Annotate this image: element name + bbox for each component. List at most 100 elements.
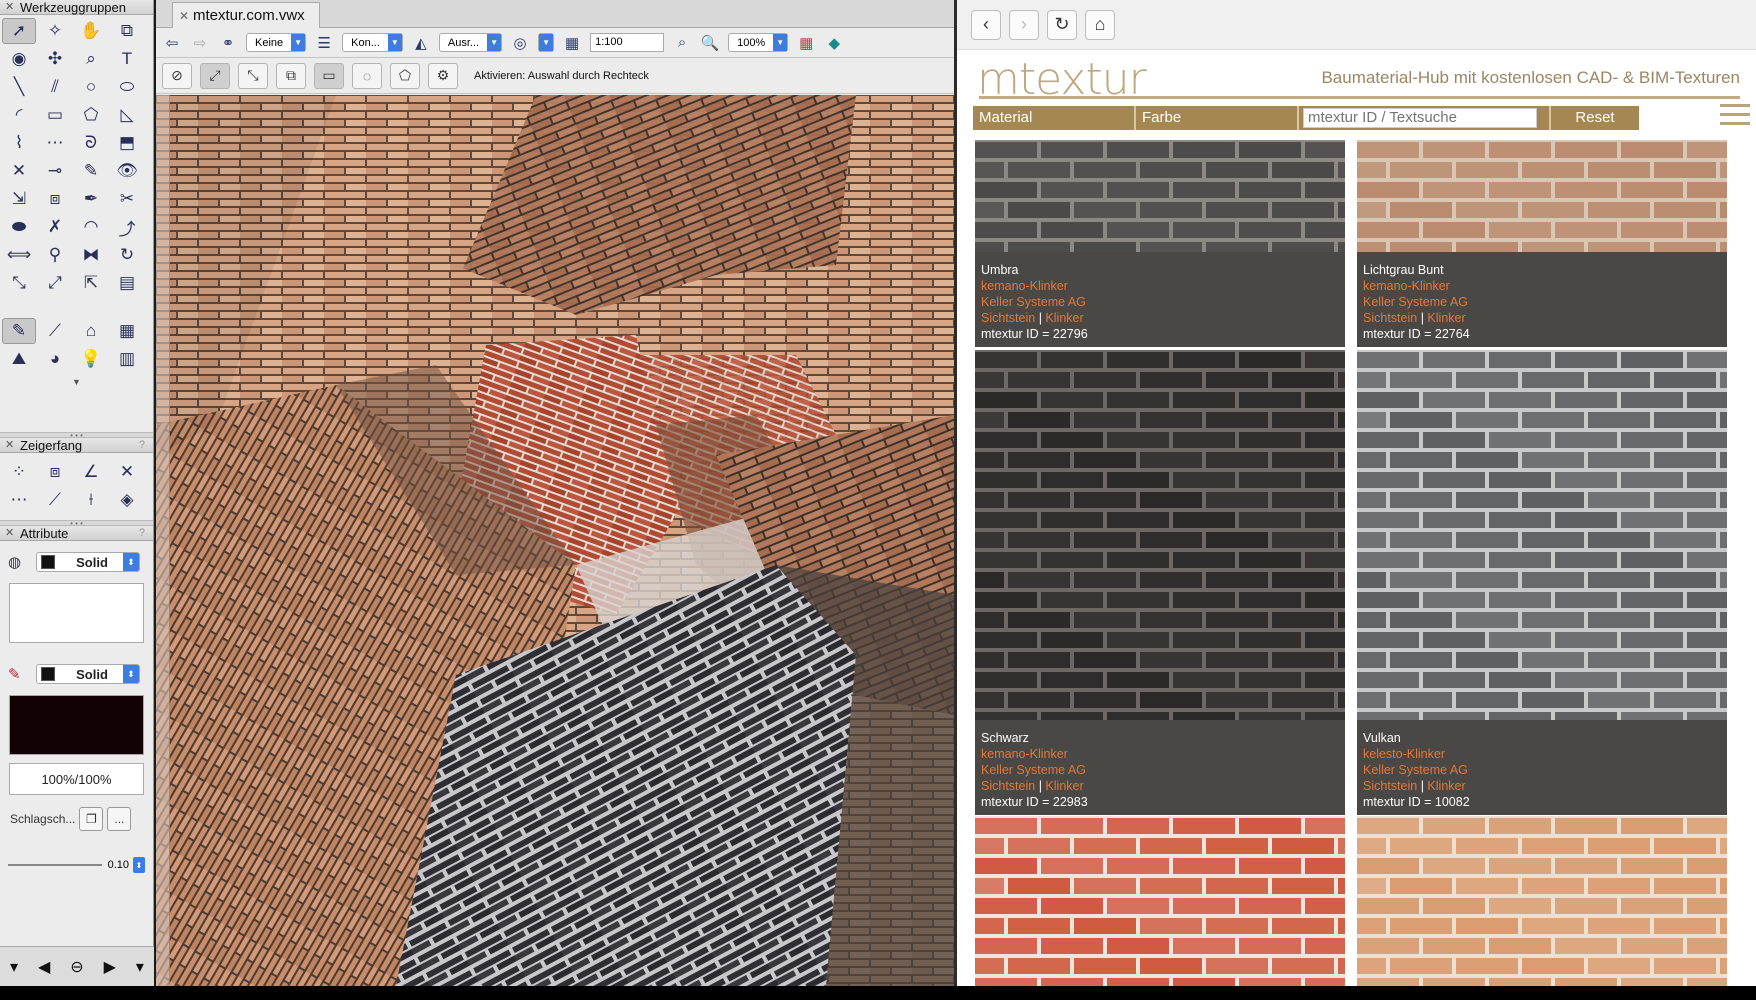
circle-tool-icon[interactable]: ○ [74,74,108,100]
interactive-scaling-mode-icon[interactable]: ⤢ [200,62,230,89]
zoom-window-tool-icon[interactable]: ⧉ [110,18,144,44]
back-view-icon[interactable]: ⇦ [162,34,182,52]
tool-preferences-icon[interactable]: ⚙ [428,62,458,89]
reset-button[interactable]: Reset [1551,106,1639,130]
shadow-settings-button[interactable]: ... [107,807,132,831]
building-shell-toolset-icon[interactable]: ⌂ [74,318,108,344]
arrow-right-icon[interactable]: ▶ [104,957,116,977]
render-dropdown[interactable]: ▼ [538,33,555,52]
texture-card[interactable] [1324,816,1756,986]
reshape-tool-icon[interactable]: ⋯ [38,130,72,156]
expand-toolset-icon[interactable]: ▼ [0,377,153,387]
help-icon[interactable]: ? [139,526,145,541]
offset-tool-icon[interactable]: ⤴ [110,214,144,240]
move-tool-icon[interactable]: ⇲ [2,186,36,212]
reload-icon[interactable]: ↻ [1047,9,1077,40]
paint-tool-icon[interactable]: ⚲ [38,242,72,268]
clip-tool-icon[interactable]: ▤ [110,270,144,296]
subcategory-link[interactable]: Klinker [1427,311,1465,325]
trim-tool-icon[interactable]: ✕ [2,158,36,184]
close-icon[interactable]: ✕ [5,526,14,541]
furnishings-toolset-icon[interactable]: ▦ [110,318,144,344]
dims-toolset-icon[interactable]: ⟋ [38,318,72,344]
join-tool-icon[interactable]: ⤢ [38,270,72,296]
product-link[interactable]: kemano-Klinker [981,278,1339,294]
eraser-tool-icon[interactable]: ⬬ [2,214,36,240]
spiral-tool-icon[interactable]: ᘐ [74,130,108,156]
scale-field[interactable]: 1:100 [590,33,665,52]
scissors-tool-icon[interactable]: ✂ [110,186,144,212]
texture-card[interactable]: Schwarz kemano-Klinker Keller Systeme AG… [942,350,1400,815]
company-link[interactable]: Keller Systeme AG [1363,294,1721,310]
dimension-tool-icon[interactable]: ⟺ [2,242,36,268]
stretch-tool-icon[interactable]: ⇱ [74,270,108,296]
site-planning-toolset-icon[interactable]: ⛰ [2,346,36,372]
polyline-tool-icon[interactable]: ⌇ [2,130,36,156]
split-tool-icon[interactable]: ⊸ [38,158,72,184]
text-tool-icon[interactable]: T [110,46,144,72]
close-icon[interactable]: ✕ [5,438,14,453]
selection-tool-icon[interactable]: ➚ [2,18,36,44]
freehand-tool-icon[interactable]: ◺ [110,102,144,128]
snap-surface-icon[interactable]: ◈ [110,487,144,513]
shadow-toggle-button[interactable]: ❐ [79,807,104,831]
eyedropper-tool-icon[interactable]: ⬒ [110,130,144,156]
zoom-tool-icon[interactable]: ⌕ [74,46,108,72]
snap-working-plane-icon[interactable]: ⟊ [74,487,108,513]
render-viewport[interactable] [156,95,954,986]
snap-angle-icon[interactable]: ∠ [74,459,108,485]
attribute-mapping-tool-icon[interactable]: ✎ [74,158,108,184]
texture-card[interactable]: Vulkan kelesto-Klinker Keller Systeme AG… [1324,350,1756,815]
snap-tangent-icon[interactable]: ⟋ [38,487,72,513]
line-weight-slider[interactable] [8,864,102,866]
scale-tool-icon[interactable]: ⧈ [38,186,72,212]
search-input[interactable] [1303,107,1537,128]
texture-card[interactable]: Umbra kemano-Klinker Keller Systeme AG S… [942,140,1400,347]
texture-card[interactable]: Lichtgrau Bunt kemano-Klinker Keller Sys… [1324,140,1756,347]
company-link[interactable]: Keller Systeme AG [1363,762,1721,778]
layer-dropdown[interactable]: Kon... ▼ [342,33,403,52]
company-link[interactable]: Keller Systeme AG [981,294,1339,310]
snap-object-icon[interactable]: ⧈ [38,459,72,485]
fill-style-dropdown[interactable]: Solid ⬍ [36,552,140,572]
pen-style-dropdown[interactable]: Solid ⬍ [36,664,140,684]
texture-card[interactable] [942,816,1400,986]
connect-tool-icon[interactable]: ⤡ [2,270,36,296]
product-link[interactable]: kemano-Klinker [1363,278,1721,294]
zoom-dropdown[interactable]: 100% ▼ [728,33,789,52]
opacity-button[interactable]: 100%/100% [9,763,144,795]
double-line-tool-icon[interactable]: ⫽ [38,74,72,100]
snap-grid-icon[interactable]: ⁘ [2,459,36,485]
transform-mode-icon[interactable]: ⧉ [276,62,306,89]
material-menu[interactable]: Material [973,106,1136,130]
magic-wand-tool-icon[interactable]: ✧ [38,18,72,44]
pen-tool-icon[interactable]: ✒ [74,186,108,212]
grid-icon[interactable]: ▦ [796,34,816,52]
line-end-dropdown-icon[interactable]: ▾ [136,957,144,977]
rectangle-tool-icon[interactable]: ▭ [38,102,72,128]
home-icon[interactable]: ⌂ [1085,9,1115,40]
category-link[interactable]: Sichtstein [981,779,1035,793]
line-tool-icon[interactable]: ╲ [2,74,36,100]
scale-icon[interactable]: ▦ [562,34,582,52]
disable-mode-icon[interactable]: ⊘ [162,62,192,89]
pan-hand-tool-icon[interactable]: ✋ [74,18,108,44]
visualization-toolset-icon[interactable]: ◕ [38,346,72,372]
rotate-tool-icon[interactable]: ↻ [110,242,144,268]
mirror-tool-icon[interactable]: ⧓ [74,242,108,268]
category-link[interactable]: Sichtstein [1363,311,1417,325]
render-icon[interactable]: ◆ [824,34,844,52]
flyover-tool-icon[interactable]: ◉ [2,46,36,72]
arrow-left-icon[interactable]: ◀ [38,957,50,977]
detailing-toolset-icon[interactable]: ▥ [110,346,144,372]
close-icon[interactable]: ✕ [5,0,14,15]
lighting-toolset-icon[interactable]: 💡 [74,346,108,372]
view-dropdown[interactable]: Ausr... ▼ [438,33,503,52]
view-projection-icon[interactable]: ◭ [411,34,431,52]
product-link[interactable]: kelesto-Klinker [1363,746,1721,762]
close-icon[interactable]: ✕ [179,3,189,29]
arc-tool-icon[interactable]: ◜ [2,102,36,128]
document-tab[interactable]: ✕ mtextur.com.vwx [172,2,320,28]
polygon-tool-icon[interactable]: ⬠ [74,102,108,128]
class-icon[interactable]: ⚭ [218,34,238,52]
